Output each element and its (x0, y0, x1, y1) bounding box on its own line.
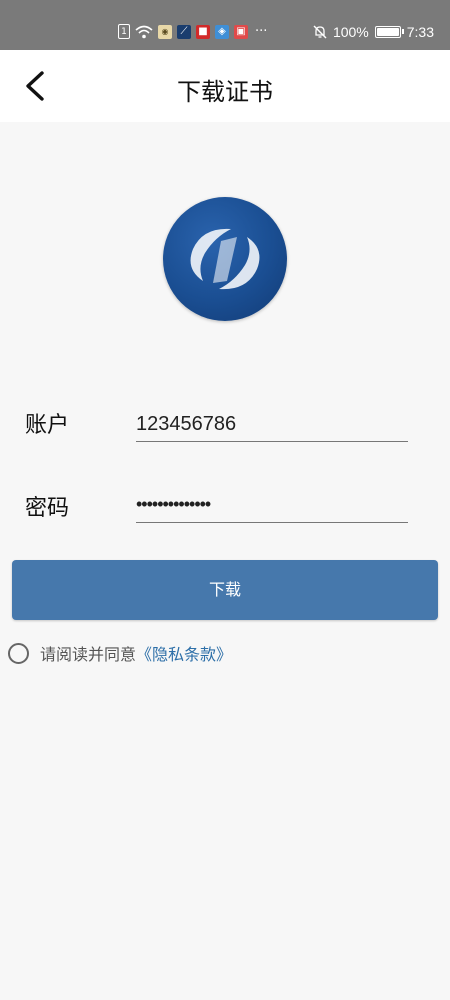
app-notification-icon: ◉ (158, 24, 172, 39)
battery-percent: 100% (332, 24, 369, 40)
clock: 7:33 (406, 24, 434, 40)
status-right: 100% 7:33 (313, 24, 434, 40)
status-bar: 1 ◉ ⟋ ■ ◈ ▣ ··· 100% 7:33 (0, 0, 450, 50)
app-notification-icon: ⟋ (177, 24, 191, 39)
app-header: 下载证书 (0, 50, 450, 122)
status-icons: 1 ◉ ⟋ ■ ◈ ▣ ··· (118, 24, 267, 39)
app-notification-icon: ▣ (234, 24, 248, 39)
agree-radio[interactable] (8, 642, 29, 664)
account-underline (136, 441, 408, 442)
brand-logo-mark (190, 228, 260, 290)
password-input[interactable]: •••••••••••••• (136, 494, 408, 515)
privacy-policy-link[interactable]: 《隐私条款》 (136, 641, 232, 665)
agreement-text: 请阅读并同意 (40, 645, 137, 664)
video-app-icon: ■ (196, 24, 210, 39)
download-button[interactable]: 下载 (12, 560, 438, 620)
mute-icon (313, 25, 327, 39)
agreement-row: 请阅读并同意 《隐私条款》 (8, 640, 232, 666)
battery-icon (374, 26, 404, 38)
sim-icon: 1 (118, 24, 130, 39)
app-notification-icon: ◈ (215, 24, 229, 39)
account-label: 账户 (25, 413, 70, 438)
brand-logo (163, 197, 287, 321)
password-underline (136, 522, 408, 523)
more-notifications-icon: ··· (255, 24, 268, 39)
password-label: 密码 (25, 496, 70, 521)
wifi-icon (135, 25, 153, 39)
account-input[interactable]: 123456786 (136, 413, 408, 436)
page-title: 下载证书 (177, 78, 273, 106)
